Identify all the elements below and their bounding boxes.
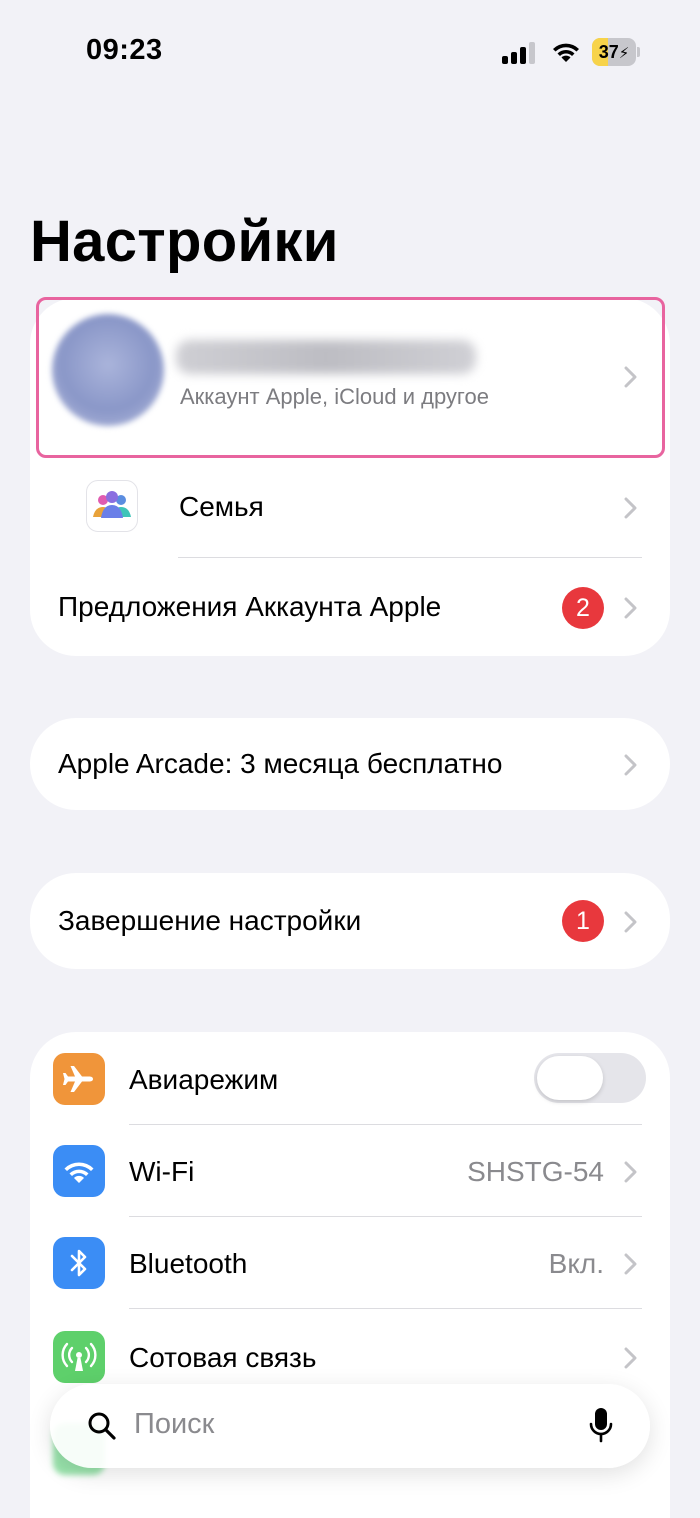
account-offers-row[interactable]: Предложения Аккаунта Apple 2 xyxy=(30,558,670,656)
page-title: Настройки xyxy=(30,209,339,274)
toggle-knob xyxy=(537,1056,603,1100)
chevron-right-icon xyxy=(624,1253,638,1275)
arcade-row[interactable]: Apple Arcade: 3 месяца бесплатно xyxy=(30,718,670,810)
microphone-icon[interactable] xyxy=(588,1406,614,1446)
wifi-network-value: SHSTG-54 xyxy=(467,1156,604,1187)
battery-icon: 37⚡ xyxy=(592,38,640,66)
arcade-card: Apple Arcade: 3 месяца бесплатно xyxy=(30,718,670,810)
family-label: Семья xyxy=(179,491,264,522)
wifi-icon xyxy=(53,1145,105,1197)
wifi-label: Wi-Fi xyxy=(129,1156,195,1187)
account-offers-label: Предложения Аккаунта Apple xyxy=(58,591,442,622)
chevron-right-icon xyxy=(624,911,638,933)
search-bar[interactable]: Поиск xyxy=(50,1384,650,1468)
status-bar: 09:23 37⚡ xyxy=(0,0,700,100)
airplane-mode-row: Авиарежим xyxy=(30,1032,670,1126)
chevron-right-icon xyxy=(624,754,638,776)
notification-badge: 2 xyxy=(562,587,604,629)
airplane-icon xyxy=(53,1053,105,1105)
search-icon xyxy=(86,1410,118,1442)
family-row[interactable]: Семья xyxy=(30,458,670,558)
bluetooth-icon xyxy=(53,1237,105,1289)
arcade-label: Apple Arcade: 3 месяца бесплатно xyxy=(58,748,503,779)
chevron-right-icon xyxy=(624,597,638,619)
airplane-mode-label: Авиарежим xyxy=(129,1064,279,1095)
status-time: 09:23 xyxy=(86,34,163,66)
bluetooth-row[interactable]: Bluetooth Вкл. xyxy=(30,1217,670,1309)
battery-level: 37 xyxy=(598,42,619,62)
cellular-signal-icon xyxy=(502,42,538,64)
finish-setup-row[interactable]: Завершение настройки 1 xyxy=(30,873,670,969)
bluetooth-label: Bluetooth xyxy=(129,1248,248,1279)
chevron-right-icon xyxy=(624,1347,638,1369)
bluetooth-status-value: Вкл. xyxy=(548,1248,604,1279)
chevron-right-icon xyxy=(624,1161,638,1183)
airplane-mode-toggle[interactable] xyxy=(534,1053,646,1103)
cellular-icon xyxy=(53,1331,105,1383)
notification-badge: 1 xyxy=(562,900,604,942)
chevron-right-icon xyxy=(624,497,638,519)
cellular-label: Сотовая связь xyxy=(129,1342,317,1373)
account-highlight-frame xyxy=(36,297,665,458)
finish-setup-label: Завершение настройки xyxy=(58,905,362,936)
wifi-row[interactable]: Wi-Fi SHSTG-54 xyxy=(30,1125,670,1217)
finish-setup-card: Завершение настройки 1 xyxy=(30,873,670,969)
wifi-status-icon xyxy=(550,40,582,64)
family-icon xyxy=(86,480,138,532)
search-input[interactable]: Поиск xyxy=(134,1408,214,1441)
